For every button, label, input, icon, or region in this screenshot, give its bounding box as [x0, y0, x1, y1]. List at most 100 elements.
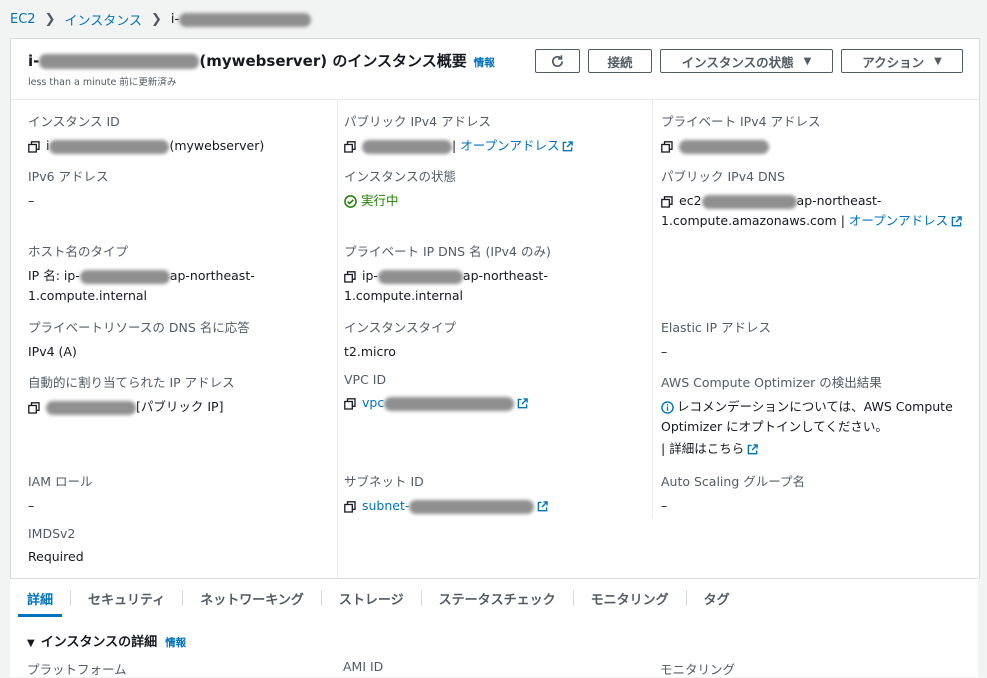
field-value: | オープンアドレス [344, 136, 574, 156]
breadcrumb-current: i- [170, 12, 180, 27]
redacted-vpc-id [384, 396, 515, 411]
field-instance-state: インスタンスの状態 実行中 [344, 166, 456, 211]
tab-monitoring[interactable]: モニタリング [574, 579, 686, 617]
open-address-link[interactable]: オープンアドレス [849, 213, 948, 228]
info-link[interactable]: 情報 [474, 57, 495, 69]
section-header[interactable]: ▼ インスタンスの詳細 情報 [27, 631, 186, 650]
field-vpc-id: VPC ID vpc [344, 372, 528, 413]
copy-icon[interactable] [661, 140, 673, 153]
vpc-id-link[interactable]: vpc [362, 395, 384, 410]
ip-type: [パブリック IP] [136, 399, 224, 414]
field-label: パブリック IPv4 DNS [661, 169, 785, 184]
private-dns-region: ap-northeast- [462, 268, 548, 283]
separator: | [452, 138, 457, 153]
field-auto-assigned-ip: 自動的に割り当てられた IP アドレス [パブリック IP] [28, 372, 235, 417]
private-dns-prefix: ip- [362, 268, 378, 283]
field-value: – [661, 498, 668, 513]
external-link-icon[interactable] [747, 444, 758, 455]
field-instance-type: インスタンスタイプ t2.micro [344, 317, 456, 362]
tab-tags[interactable]: タグ [687, 579, 747, 617]
refresh-button[interactable] [535, 49, 580, 73]
title-suffix: (mywebserver) のインスタンス概要 [199, 52, 467, 70]
updated-time: less than a minute [28, 77, 117, 88]
learn-more-link[interactable]: 詳細はこちら [669, 441, 744, 456]
redacted-ip [377, 269, 463, 284]
field-value: レコメンデーションについては、AWS Compute Optimizer にオプ… [661, 397, 953, 459]
external-link-icon[interactable] [951, 216, 962, 227]
field-private-ipv4: プライベート IPv4 アドレス [661, 111, 821, 156]
open-address-link[interactable]: オープンアドレス [460, 138, 559, 153]
breadcrumb-ec2[interactable]: EC2 [10, 12, 36, 27]
field-label: パブリック IPv4 アドレス [344, 114, 492, 129]
external-link-icon[interactable] [517, 398, 528, 409]
field-label: ホスト名のタイプ [28, 244, 129, 259]
external-link-icon[interactable] [562, 141, 574, 152]
redacted-instance-id [179, 12, 312, 27]
field-compute-optimizer: AWS Compute Optimizer の検出結果 レコメンデーションについ… [661, 372, 953, 459]
redacted-ip [679, 139, 769, 154]
chevron-right-icon: ❯ [150, 12, 162, 27]
hostname-prefix: IP 名: ip- [28, 268, 80, 283]
field-instance-id: インスタンス ID i (mywebserver) [28, 111, 264, 156]
field-label: AWS Compute Optimizer の検出結果 [661, 375, 882, 390]
field-label: IPv6 アドレス [28, 169, 109, 184]
field-ipv6: IPv6 アドレス – [28, 166, 109, 211]
tab-networking[interactable]: ネットワーキング [183, 579, 321, 617]
ami-id-label: AMI ID [343, 659, 384, 674]
copy-icon[interactable] [28, 401, 40, 414]
field-value: IP 名: ip-ap-northeast- 1.compute.interna… [28, 266, 255, 306]
optimizer-message-line2[interactable]: Optimizer にオプトインしてください。 [661, 417, 953, 437]
tab-security[interactable]: セキュリティ [71, 579, 182, 617]
copy-icon[interactable] [344, 140, 356, 153]
subnet-id-link[interactable]: subnet- [362, 498, 409, 513]
field-public-ipv4: パブリック IPv4 アドレス | オープンアドレス [344, 111, 574, 156]
field-value: subnet- [344, 496, 549, 516]
tab-status-checks[interactable]: ステータスチェック [422, 579, 573, 617]
updated-label: 前に更新済み [116, 77, 177, 88]
field-value: ip-ap-northeast- 1.compute.internal [344, 266, 551, 306]
field-hostname-type: ホスト名のタイプ IP 名: ip-ap-northeast- 1.comput… [28, 241, 255, 306]
copy-icon[interactable] [344, 397, 356, 410]
breadcrumb-instances[interactable]: インスタンス [64, 10, 141, 29]
instance-summary-panel: i- (mywebserver) のインスタンス概要 情報 less than a … [10, 38, 980, 579]
tab-details[interactable]: 詳細 [10, 579, 70, 617]
copy-icon[interactable] [661, 195, 673, 208]
connect-button[interactable]: 接続 [588, 49, 652, 73]
field-value: – [28, 193, 35, 208]
field-private-resource-dns: プライベートリソースの DNS 名に応答 IPv4 (A) [28, 317, 250, 362]
copy-icon[interactable] [344, 500, 356, 513]
info-link[interactable]: 情報 [165, 637, 186, 649]
field-value: t2.micro [344, 344, 396, 359]
field-value: IPv4 (A) [28, 344, 77, 359]
tab-storage[interactable]: ストレージ [322, 579, 421, 617]
platform-label: プラットフォーム [27, 662, 127, 677]
monitoring-label: モニタリング [660, 662, 736, 677]
redacted-instance-id [39, 54, 200, 69]
separator: | [836, 213, 849, 228]
external-link-icon[interactable] [537, 501, 549, 512]
instance-details-section: ▼ インスタンスの詳細 情報 プラットフォーム AMI ID モニタリング [10, 617, 978, 677]
optimizer-message[interactable]: レコメンデーションについては、AWS Compute [677, 399, 953, 414]
field-value: vpc [344, 393, 528, 413]
field-label: プライベートリソースの DNS 名に応答 [28, 320, 250, 335]
actions-button[interactable]: アクション ▼ [841, 49, 963, 73]
hostname-region: ap-northeast- [169, 268, 255, 283]
caret-down-icon[interactable]: ▼ [27, 638, 35, 649]
field-label: IMDSv2 [28, 526, 76, 541]
copy-icon[interactable] [344, 270, 356, 283]
public-dns-suffix: 1.compute.amazonaws.com [661, 213, 837, 228]
connect-label: 接続 [607, 54, 633, 70]
field-label: 自動的に割り当てられた IP アドレス [28, 375, 235, 390]
private-dns-suffix: 1.compute.internal [344, 288, 464, 303]
instance-state-button[interactable]: インスタンスの状態 ▼ [660, 49, 833, 73]
chevron-right-icon: ❯ [44, 12, 56, 27]
field-label: IAM ロール [28, 474, 93, 489]
field-value: – [28, 498, 35, 513]
field-value [661, 136, 821, 156]
caret-down-icon: ▼ [934, 55, 942, 67]
copy-icon[interactable] [28, 140, 40, 153]
field-value: ec2 ap-northeast- 1.compute.amazonaws.com… [661, 191, 962, 231]
page-title: i- (mywebserver) のインスタンス概要 情報 [28, 50, 495, 71]
column-divider [652, 99, 653, 519]
section-title: インスタンスの詳細 [40, 635, 158, 650]
